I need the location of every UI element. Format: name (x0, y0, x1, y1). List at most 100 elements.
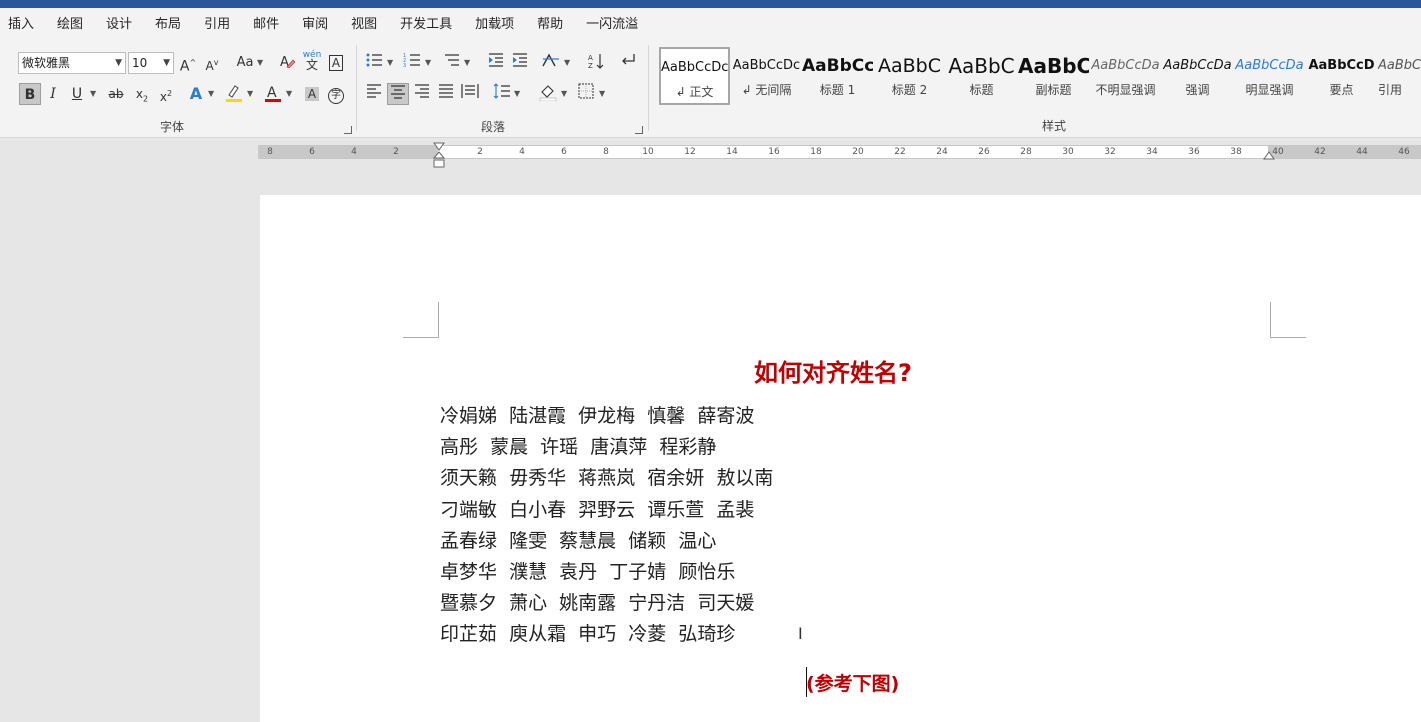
chevron-down-icon: ▼ (564, 58, 571, 67)
svg-text:Z: Z (588, 62, 593, 70)
tab-layout[interactable]: 布局 (145, 8, 194, 41)
style-subtitle[interactable]: AaBbC 副标题 (1018, 47, 1089, 105)
ruler-left-margin (258, 146, 438, 158)
tab-developer[interactable]: 开发工具 (390, 8, 465, 41)
tab-review[interactable]: 审阅 (292, 8, 341, 41)
style-strong[interactable]: AaBbCcD 要点 (1306, 47, 1377, 105)
decrease-indent-icon[interactable] (485, 52, 507, 74)
tab-draw[interactable]: 绘图 (47, 8, 96, 41)
name-line: 印芷茹 庾从霜 申巧 冷菱 弘琦珍 (440, 623, 736, 646)
tab-yishan[interactable]: 一闪流溢 (576, 8, 651, 41)
ruler-label: 44 (1356, 147, 1368, 157)
tab-mailings[interactable]: 邮件 (243, 8, 292, 41)
bold-button[interactable]: B (19, 83, 41, 105)
style-sample: AaBbC (1018, 54, 1089, 78)
style-subtle-emphasis[interactable]: AaBbCcDa 不明显强调 (1090, 47, 1161, 105)
tab-design[interactable]: 设计 (96, 8, 145, 41)
shading-icon[interactable] (537, 83, 559, 105)
reference-note: (参考下图) (806, 673, 900, 695)
document-canvas: 如何对齐姓名? 冷娟娣 陆湛霞 伊龙梅 慎馨 薛寄波 高彤 蒙晨 许瑶 唐滇萍 … (0, 169, 1421, 722)
multilevel-list-icon[interactable] (441, 52, 463, 74)
ruler-label: 34 (1146, 147, 1158, 157)
ruler-label: 46 (1398, 147, 1410, 157)
clear-formatting-icon[interactable]: A (276, 52, 298, 74)
tab-references[interactable]: 引用 (194, 8, 243, 41)
character-border-icon[interactable]: A (325, 52, 347, 74)
ruler-label: 2 (393, 147, 399, 157)
svg-text:A: A (588, 54, 593, 62)
borders-icon[interactable] (575, 83, 597, 105)
justify-icon[interactable] (435, 83, 457, 105)
chinese-layout-icon[interactable] (540, 52, 562, 74)
style-sample: AaBbCc (1378, 58, 1421, 73)
numbering-icon[interactable]: 123 (401, 52, 423, 74)
name-line: 孟春绿 隆雯 蔡慧晨 储颖 温心 (440, 529, 717, 552)
underline-button[interactable]: U (66, 83, 88, 105)
shrink-font-icon[interactable]: Av (201, 52, 223, 74)
strikethrough-button[interactable]: ab (105, 83, 127, 105)
font-dialog-launcher-icon[interactable] (344, 126, 352, 134)
style-name: 不明显强调 (1095, 83, 1156, 97)
svg-text:A: A (280, 55, 289, 70)
style-heading-2[interactable]: AaBbC 标题 2 (874, 47, 945, 105)
style-title[interactable]: AaBbC 标题 (946, 47, 1017, 105)
align-left-icon[interactable] (363, 83, 385, 105)
tab-help[interactable]: 帮助 (527, 8, 576, 41)
ruler-label: 32 (1104, 147, 1116, 157)
ruler-label: 36 (1188, 147, 1200, 157)
style-quote[interactable]: AaBbCc 引用 (1378, 47, 1421, 105)
character-shading-icon[interactable]: A (301, 83, 323, 105)
grow-font-icon[interactable]: A^ (177, 52, 199, 75)
style-name: 要点 (1329, 83, 1354, 97)
sort-icon[interactable]: AZ (585, 52, 607, 74)
superscript-button[interactable]: x2 (155, 83, 177, 105)
style-name: ↲ 无间隔 (741, 83, 792, 97)
style-intense-emphasis[interactable]: AaBbCcDa 明显强调 (1234, 47, 1305, 105)
align-right-icon[interactable] (411, 83, 433, 105)
chevron-down-icon: ▼ (163, 58, 170, 68)
style-emphasis[interactable]: AaBbCcDa 强调 (1162, 47, 1233, 105)
crop-mark (1270, 302, 1306, 338)
crop-mark (403, 302, 439, 338)
line-spacing-icon[interactable] (491, 83, 513, 105)
change-case-icon[interactable]: Aa (231, 52, 259, 74)
style-sample: AaBbCcD (1308, 58, 1375, 73)
style-no-spacing[interactable]: AaBbCcDc ↲ 无间隔 (731, 47, 802, 105)
enclose-characters-icon[interactable]: 字 (325, 83, 347, 105)
distributed-icon[interactable] (459, 83, 481, 105)
bullets-icon[interactable] (363, 52, 385, 74)
style-heading-1[interactable]: AaBbCc 标题 1 (802, 47, 873, 105)
ruler-label: 4 (519, 147, 525, 157)
text-effects-icon[interactable]: A (185, 83, 207, 105)
style-normal[interactable]: AaBbCcDc ↲ 正文 (659, 47, 730, 105)
ruler-label: 6 (309, 147, 315, 157)
show-formatting-marks-icon[interactable] (617, 52, 639, 74)
font-size-combo[interactable]: 10 ▼ (128, 52, 174, 74)
subscript-button[interactable]: x2 (131, 83, 153, 105)
ruler-area: 8 6 4 2 2 4 6 8 10 12 14 16 18 20 22 24 … (0, 139, 1421, 169)
font-color-icon[interactable]: A (262, 83, 284, 105)
highlight-color-icon[interactable] (223, 83, 245, 105)
style-sample: AaBbCcDa (1091, 58, 1160, 73)
document-page[interactable]: 如何对齐姓名? 冷娟娣 陆湛霞 伊龙梅 慎馨 薛寄波 高彤 蒙晨 许瑶 唐滇萍 … (260, 195, 1421, 722)
styles-gallery: AaBbCcDc ↲ 正文 AaBbCcDc ↲ 无间隔 AaBbCc 标题 1… (656, 47, 1421, 107)
style-sample: AaBbCcDc (732, 58, 801, 73)
chevron-down-icon: ▼ (247, 89, 254, 98)
font-name-combo[interactable]: 微软雅黑 ▼ (18, 52, 126, 74)
tab-addins[interactable]: 加载项 (465, 8, 527, 41)
phonetic-guide-icon[interactable]: wén 文 (301, 50, 323, 72)
paragraph-dialog-launcher-icon[interactable] (635, 126, 643, 134)
tab-view[interactable]: 视图 (341, 8, 390, 41)
chevron-down-icon: ▼ (514, 89, 521, 98)
name-line: 暨慕夕 萧心 姚南露 宁丹洁 司天媛 (440, 592, 755, 615)
left-indent-marker-icon[interactable] (433, 151, 445, 169)
italic-button[interactable]: I (42, 83, 64, 105)
name-line: 须天籁 毋秀华 蒋燕岚 宿余妍 敖以南 (440, 467, 774, 490)
chevron-down-icon: ▼ (425, 58, 432, 67)
increase-indent-icon[interactable] (509, 52, 531, 74)
align-center-icon[interactable] (387, 83, 409, 105)
right-indent-marker-icon[interactable] (1263, 151, 1275, 161)
ruler-label: 10 (642, 147, 654, 157)
tab-insert[interactable]: 插入 (0, 8, 47, 41)
chevron-down-icon: ▼ (286, 89, 293, 98)
